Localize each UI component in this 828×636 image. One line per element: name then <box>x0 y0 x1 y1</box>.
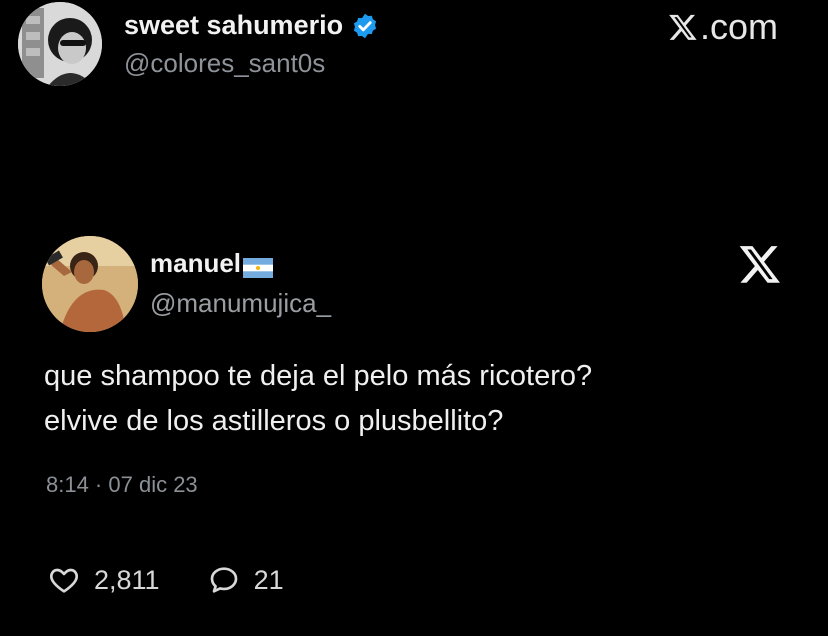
heart-icon <box>50 568 78 593</box>
embedded-handle[interactable]: @manumujica_ <box>150 288 331 319</box>
outer-avatar[interactable] <box>18 2 102 86</box>
outer-handle[interactable]: @colores_sant0s <box>124 48 325 79</box>
x-logo-icon[interactable] <box>738 242 782 286</box>
tweet-text-line: elvive de los astilleros o plusbellito? <box>44 405 504 437</box>
brand-suffix: .com <box>700 6 779 47</box>
argentina-flag-icon <box>243 254 274 278</box>
speech-bubble-icon <box>210 567 237 593</box>
outer-display-name-row: sweet sahumerio <box>124 10 379 41</box>
avatar-photo-icon <box>42 236 138 332</box>
like-button[interactable]: 2,811 <box>48 564 160 596</box>
tweet-text: que shampoo te deja el pelo más ricotero… <box>44 354 804 444</box>
avatar-photo-icon <box>18 2 102 86</box>
like-count: 2,811 <box>94 564 160 595</box>
tweet-text-line: que shampoo te deja el pelo más ricotero… <box>44 360 593 392</box>
reply-button[interactable]: 21 <box>208 564 284 596</box>
embedded-display-name-row: manuel <box>150 248 274 279</box>
verified-badge-icon <box>351 12 379 40</box>
outer-display-name[interactable]: sweet sahumerio <box>124 10 343 41</box>
tweet-timestamp[interactable]: 8:14 · 07 dic 23 <box>46 472 198 498</box>
embedded-display-name[interactable]: manuel <box>150 248 241 279</box>
embedded-avatar[interactable] <box>42 236 138 332</box>
tweet-actions: 2,811 21 <box>48 564 332 596</box>
reply-count: 21 <box>253 564 284 595</box>
x-logo-icon <box>669 14 697 40</box>
x-com-watermark: .com <box>668 6 778 48</box>
